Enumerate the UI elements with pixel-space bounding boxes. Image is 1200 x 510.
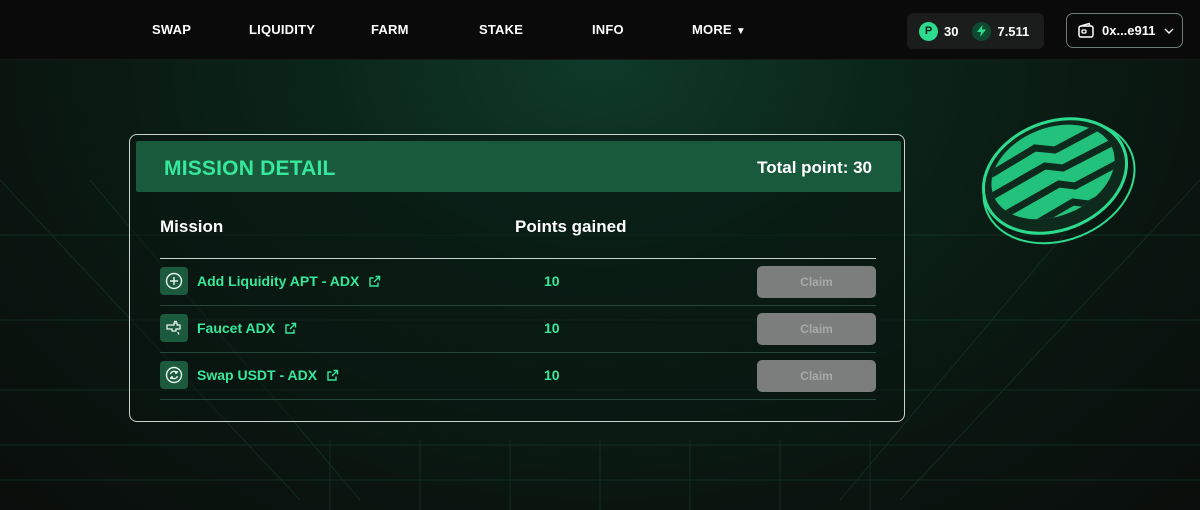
mission-link[interactable]: Add Liquidity APT - ADX bbox=[197, 273, 381, 289]
energy-bolt-icon bbox=[972, 21, 992, 41]
mission-link[interactable]: Swap USDT - ADX bbox=[197, 367, 339, 383]
nav-info[interactable]: INFO bbox=[592, 22, 624, 37]
wallet-address: 0x...e911 bbox=[1102, 23, 1156, 38]
top-navbar: SWAP LIQUIDITY FARM STAKE INFO MORE ▼ P 3… bbox=[0, 0, 1200, 60]
points-value: 30 bbox=[944, 23, 959, 39]
table-row: Faucet ADX 10 Claim bbox=[160, 306, 876, 353]
table-row: Swap USDT - ADX 10 Claim bbox=[160, 353, 876, 400]
nav-farm[interactable]: FARM bbox=[371, 22, 409, 37]
mission-name: Add Liquidity APT - ADX bbox=[197, 273, 360, 289]
total-point: Total point: 30 bbox=[757, 158, 872, 177]
points-balance: P 30 7.511 bbox=[907, 13, 1044, 49]
nav-liquidity[interactable]: LIQUIDITY bbox=[249, 22, 315, 37]
wallet-icon bbox=[1078, 22, 1094, 38]
external-link-icon bbox=[327, 369, 339, 381]
wallet-button[interactable]: 0x...e911 bbox=[1066, 13, 1183, 48]
swap-cycle-icon bbox=[160, 361, 188, 389]
claim-button[interactable]: Claim bbox=[757, 266, 876, 298]
panel-title: MISSION DETAIL bbox=[164, 157, 336, 180]
external-link-icon bbox=[285, 322, 297, 334]
nav-more-label: MORE bbox=[692, 22, 732, 37]
nav-more[interactable]: MORE ▼ bbox=[692, 22, 746, 37]
column-mission: Mission bbox=[160, 217, 224, 236]
chevron-down-icon bbox=[1164, 28, 1173, 34]
mission-link[interactable]: Faucet ADX bbox=[197, 320, 297, 336]
points-coin-icon: P bbox=[919, 21, 938, 41]
external-link-icon bbox=[369, 275, 381, 287]
energy-value: 7.511 bbox=[997, 23, 1030, 39]
mission-points: 10 bbox=[544, 273, 560, 289]
claim-button[interactable]: Claim bbox=[757, 360, 876, 392]
faucet-icon bbox=[160, 314, 188, 342]
plus-circle-icon bbox=[160, 267, 188, 295]
token-coin-illustration bbox=[981, 114, 1136, 245]
nav-stake[interactable]: STAKE bbox=[479, 22, 523, 37]
mission-detail-panel: MISSION DETAIL Total point: 30 Mission P… bbox=[129, 134, 905, 422]
mission-points: 10 bbox=[544, 367, 560, 383]
mission-name: Swap USDT - ADX bbox=[197, 367, 318, 383]
panel-header: MISSION DETAIL Total point: 30 bbox=[136, 141, 901, 192]
table-row: Add Liquidity APT - ADX 10 Claim bbox=[160, 259, 876, 306]
mission-name: Faucet ADX bbox=[197, 320, 276, 336]
mission-points: 10 bbox=[544, 320, 560, 336]
column-points-gained: Points gained bbox=[515, 217, 627, 236]
claim-button[interactable]: Claim bbox=[757, 313, 876, 345]
caret-down-icon: ▼ bbox=[735, 26, 746, 37]
nav-swap[interactable]: SWAP bbox=[152, 22, 191, 37]
